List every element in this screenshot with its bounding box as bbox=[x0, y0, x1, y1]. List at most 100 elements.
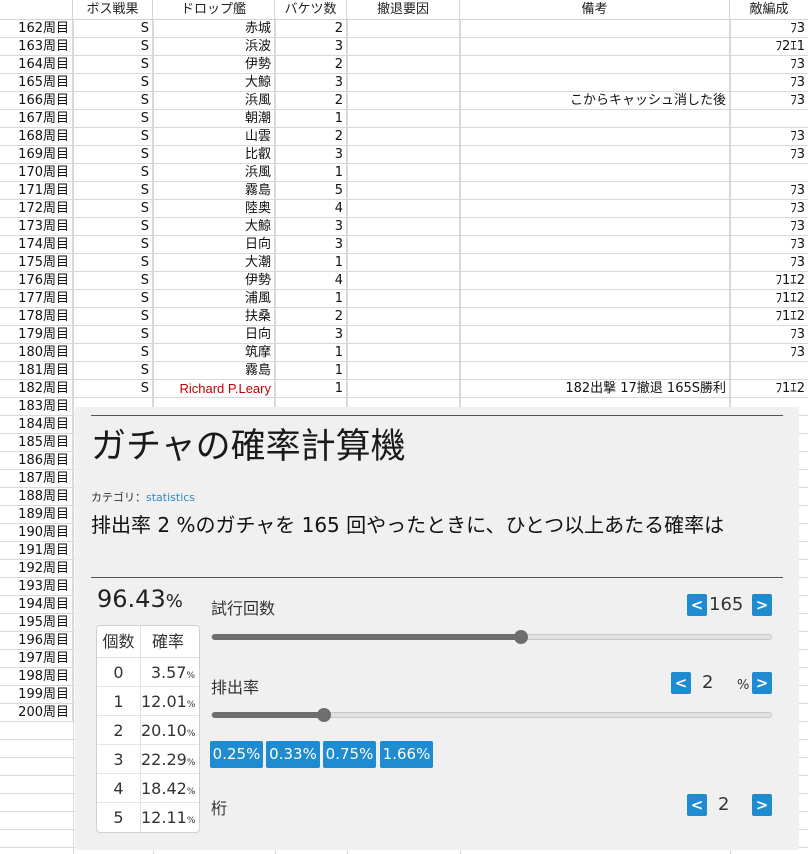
cell-notes[interactable]: 182出撃 17撤退 165S勝利 bbox=[460, 380, 730, 398]
cell-drop-ship[interactable]: 扶桑 bbox=[153, 308, 275, 326]
cell-round[interactable]: 165周目 bbox=[0, 74, 73, 92]
rate-slider[interactable] bbox=[211, 708, 772, 722]
cell-round[interactable]: 176周目 bbox=[0, 272, 73, 290]
cell-boss-result[interactable]: S bbox=[73, 272, 153, 290]
cell-boss-result[interactable]: S bbox=[73, 38, 153, 56]
cell-round[interactable]: 173周目 bbox=[0, 218, 73, 236]
cell-notes[interactable] bbox=[460, 272, 730, 290]
cell-bucket-count[interactable]: 3 bbox=[275, 326, 347, 344]
cell-round[interactable]: 182周目 bbox=[0, 380, 73, 398]
cell-retreat-reason[interactable] bbox=[347, 380, 460, 398]
cell-retreat-reason[interactable] bbox=[347, 128, 460, 146]
cell-notes[interactable] bbox=[460, 164, 730, 182]
cell-enemy-formation[interactable]: ﾌ1ｴ2 bbox=[730, 290, 808, 308]
trials-increment-button[interactable]: > bbox=[752, 594, 772, 616]
cell-notes[interactable] bbox=[460, 20, 730, 38]
cell-notes[interactable] bbox=[460, 290, 730, 308]
cell-round[interactable]: 189周目 bbox=[0, 506, 73, 524]
cell-boss-result[interactable]: S bbox=[73, 236, 153, 254]
column-header-bucket-count[interactable]: バケツ数 bbox=[275, 0, 347, 20]
cell-bucket-count[interactable]: 5 bbox=[275, 182, 347, 200]
cell-boss-result[interactable]: S bbox=[73, 254, 153, 272]
cell-enemy-formation[interactable]: ﾌ3 bbox=[730, 56, 808, 74]
cell-round[interactable]: 178周目 bbox=[0, 308, 73, 326]
cell-bucket-count[interactable]: 4 bbox=[275, 200, 347, 218]
cell-boss-result[interactable]: S bbox=[73, 110, 153, 128]
cell-notes[interactable] bbox=[460, 128, 730, 146]
cell-enemy-formation[interactable]: ﾌ3 bbox=[730, 20, 808, 38]
rate-decrement-button[interactable]: < bbox=[671, 672, 691, 694]
cell-retreat-reason[interactable] bbox=[347, 182, 460, 200]
cell-bucket-count[interactable]: 1 bbox=[275, 362, 347, 380]
cell-bucket-count[interactable]: 1 bbox=[275, 344, 347, 362]
cell-round[interactable]: 186周目 bbox=[0, 452, 73, 470]
cell-retreat-reason[interactable] bbox=[347, 20, 460, 38]
cell-retreat-reason[interactable] bbox=[347, 92, 460, 110]
cell-round[interactable]: 174周目 bbox=[0, 236, 73, 254]
rate-preset-button[interactable]: 0.75% bbox=[323, 741, 376, 768]
cell-boss-result[interactable]: S bbox=[73, 182, 153, 200]
cell-round[interactable]: 184周目 bbox=[0, 416, 73, 434]
cell-round[interactable]: 183周目 bbox=[0, 398, 73, 416]
trials-value[interactable]: 165 bbox=[709, 594, 743, 615]
cell-drop-ship[interactable]: 浜風 bbox=[153, 92, 275, 110]
cell-enemy-formation[interactable]: ﾌ3 bbox=[730, 182, 808, 200]
trials-decrement-button[interactable]: < bbox=[687, 594, 707, 616]
cell-bucket-count[interactable]: 2 bbox=[275, 56, 347, 74]
cell-retreat-reason[interactable] bbox=[347, 146, 460, 164]
cell-round[interactable]: 169周目 bbox=[0, 146, 73, 164]
cell-retreat-reason[interactable] bbox=[347, 326, 460, 344]
cell-retreat-reason[interactable] bbox=[347, 290, 460, 308]
cell-bucket-count[interactable]: 2 bbox=[275, 20, 347, 38]
cell-round[interactable]: 164周目 bbox=[0, 56, 73, 74]
cell-bucket-count[interactable]: 3 bbox=[275, 218, 347, 236]
cell-drop-ship[interactable]: 赤城 bbox=[153, 20, 275, 38]
cell-notes[interactable] bbox=[460, 362, 730, 380]
cell-round[interactable]: 198周目 bbox=[0, 668, 73, 686]
column-header-retreat-reason[interactable]: 撤退要因 bbox=[347, 0, 460, 20]
column-header-notes[interactable]: 備考 bbox=[460, 0, 730, 20]
cell-boss-result[interactable]: S bbox=[73, 200, 153, 218]
cell-drop-ship[interactable]: 山雲 bbox=[153, 128, 275, 146]
cell-boss-result[interactable]: S bbox=[73, 146, 153, 164]
cell-retreat-reason[interactable] bbox=[347, 254, 460, 272]
cell-retreat-reason[interactable] bbox=[347, 236, 460, 254]
cell-enemy-formation[interactable]: ﾌ3 bbox=[730, 92, 808, 110]
cell-boss-result[interactable]: S bbox=[73, 380, 153, 398]
cell-notes[interactable] bbox=[460, 38, 730, 56]
cell-bucket-count[interactable]: 1 bbox=[275, 290, 347, 308]
cell-enemy-formation[interactable]: ﾌ3 bbox=[730, 344, 808, 362]
cell-round[interactable]: 196周目 bbox=[0, 632, 73, 650]
cell-boss-result[interactable]: S bbox=[73, 344, 153, 362]
cell-drop-ship[interactable]: 筑摩 bbox=[153, 344, 275, 362]
cell-retreat-reason[interactable] bbox=[347, 308, 460, 326]
cell-notes[interactable] bbox=[460, 254, 730, 272]
cell-bucket-count[interactable]: 1 bbox=[275, 380, 347, 398]
cell-round[interactable]: 177周目 bbox=[0, 290, 73, 308]
cell-round[interactable]: 163周目 bbox=[0, 38, 73, 56]
cell-round[interactable]: 170周目 bbox=[0, 164, 73, 182]
cell-boss-result[interactable]: S bbox=[73, 218, 153, 236]
digits-value[interactable]: 2 bbox=[718, 794, 729, 815]
digits-increment-button[interactable]: > bbox=[752, 794, 772, 816]
cell-round[interactable]: 193周目 bbox=[0, 578, 73, 596]
rate-preset-button[interactable]: 0.33% bbox=[266, 741, 320, 768]
cell-enemy-formation[interactable] bbox=[730, 110, 808, 128]
cell-round[interactable]: 185周目 bbox=[0, 434, 73, 452]
cell-retreat-reason[interactable] bbox=[347, 344, 460, 362]
cell-drop-ship[interactable]: 浦風 bbox=[153, 290, 275, 308]
cell-notes[interactable] bbox=[460, 236, 730, 254]
cell-bucket-count[interactable]: 2 bbox=[275, 92, 347, 110]
cell-round[interactable]: 192周目 bbox=[0, 560, 73, 578]
cell-enemy-formation[interactable]: ﾌ3 bbox=[730, 218, 808, 236]
cell-round[interactable]: 179周目 bbox=[0, 326, 73, 344]
cell-retreat-reason[interactable] bbox=[347, 38, 460, 56]
cell-bucket-count[interactable]: 3 bbox=[275, 236, 347, 254]
cell-enemy-formation[interactable] bbox=[730, 362, 808, 380]
cell-bucket-count[interactable]: 4 bbox=[275, 272, 347, 290]
rate-preset-button[interactable]: 0.25% bbox=[210, 741, 263, 768]
cell-notes[interactable] bbox=[460, 182, 730, 200]
cell-boss-result[interactable]: S bbox=[73, 74, 153, 92]
cell-drop-ship[interactable]: Richard P.Leary bbox=[153, 380, 275, 398]
cell-round[interactable]: 167周目 bbox=[0, 110, 73, 128]
